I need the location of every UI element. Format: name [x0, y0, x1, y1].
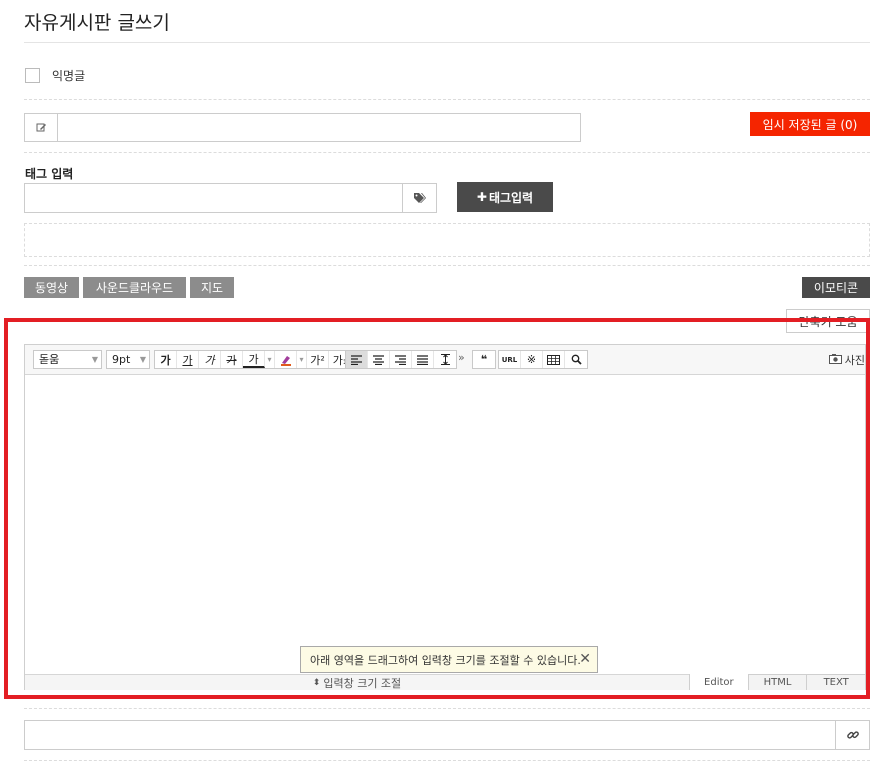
plus-icon: ✚ [476, 190, 487, 204]
map-button[interactable]: 지도 [190, 277, 234, 298]
subject-field[interactable] [24, 113, 581, 142]
divider [24, 99, 870, 100]
divider [24, 42, 870, 43]
tag-list-area [24, 223, 870, 257]
add-tag-label: 태그입력 [488, 190, 534, 205]
anonymous-label: 익명글 [52, 69, 86, 83]
tag-input[interactable] [24, 183, 437, 213]
page-title: 자유게시판 글쓰기 [24, 12, 170, 34]
add-tag-button[interactable]: ✚ 태그입력 [457, 182, 553, 212]
link-input[interactable] [24, 720, 870, 750]
divider [24, 152, 870, 153]
temp-saved-button[interactable]: 임시 저장된 글 (0) [750, 112, 870, 136]
soundcloud-button[interactable]: 사운드클라우드 [83, 277, 186, 298]
divider [24, 760, 870, 761]
link-icon[interactable] [835, 721, 869, 749]
highlight-box [4, 318, 870, 699]
tag-label: 태그 입력 [25, 167, 74, 181]
divider [24, 265, 870, 266]
pencil-icon [25, 114, 58, 141]
anonymous-checkbox[interactable] [25, 68, 40, 83]
divider [24, 708, 870, 709]
emoticon-button[interactable]: 이모티콘 [802, 277, 870, 298]
video-button[interactable]: 동영상 [24, 277, 79, 298]
tag-icon [402, 184, 436, 212]
